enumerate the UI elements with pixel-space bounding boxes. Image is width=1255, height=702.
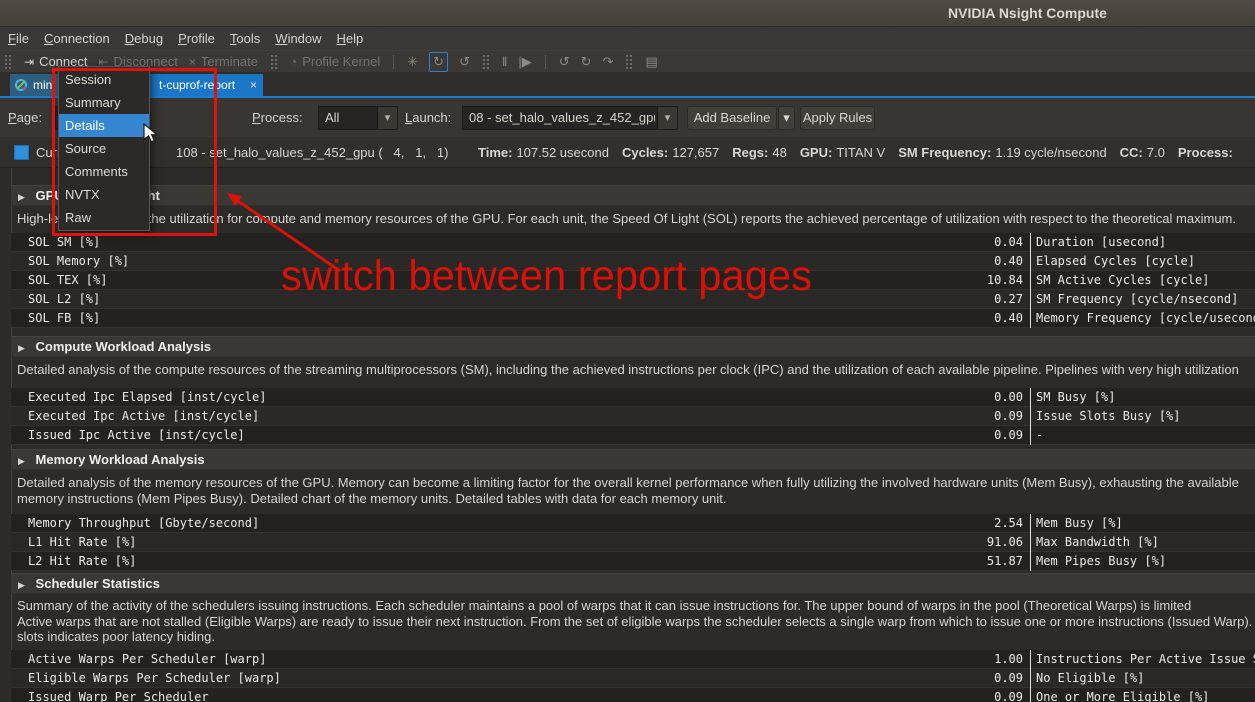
toolbar-grip[interactable]	[271, 55, 277, 69]
menu-window[interactable]: Window	[275, 31, 321, 46]
menu-debug[interactable]: Debug	[125, 31, 163, 46]
nsight-compute-window: NVIDIA Nsight Compute File Connection De…	[0, 0, 1255, 702]
step-over-icon[interactable]: ↻	[581, 53, 592, 71]
column-separator	[1030, 514, 1031, 571]
section-header-compute-workload[interactable]: ▶ Compute Workload Analysis	[11, 336, 1255, 357]
details-page: ▶ GPU Speed Of Light High-level overview…	[0, 168, 1255, 702]
kernel-cycles: 127,657	[672, 145, 719, 160]
process-select[interactable]: All ▾	[318, 106, 398, 130]
add-baseline-dropdown-button[interactable]: ▾	[778, 106, 795, 130]
menu-connection[interactable]: Connection	[44, 31, 110, 46]
kernel-stats: Time:107.52 usecond Cycles:127,657 Regs:…	[478, 137, 1237, 168]
toolbar-separator	[545, 55, 546, 69]
titlebar: NVIDIA Nsight Compute	[0, 0, 1255, 27]
menubar: File Connection Debug Profile Tools Wind…	[0, 27, 1255, 50]
terminate-button[interactable]: × Terminate	[189, 54, 258, 69]
section-description: Detailed analysis of the compute resourc…	[17, 362, 1255, 378]
section-header-memory-workload[interactable]: ▶ Memory Workload Analysis	[11, 449, 1255, 470]
freeze-api-icon[interactable]: ✳	[407, 53, 418, 71]
toolbar-grip[interactable]	[626, 55, 632, 69]
section-title: Compute Workload Analysis	[36, 339, 212, 354]
apply-rules-button[interactable]: Apply Rules	[800, 106, 875, 130]
nsight-report-icon	[14, 78, 28, 92]
section-title: Memory Workload Analysis	[36, 452, 205, 467]
menu-profile[interactable]: Profile	[178, 31, 215, 46]
menu-file[interactable]: File	[8, 31, 29, 46]
column-separator	[1030, 233, 1031, 328]
layers-icon[interactable]: ▤	[645, 53, 657, 71]
table-row: Active Warps Per Scheduler [warp]1.00Ins…	[11, 650, 1255, 669]
scheduler-table: Active Warps Per Scheduler [warp]1.00Ins…	[11, 650, 1255, 702]
launch-label: Launch:	[405, 98, 451, 137]
kernel-gpu: TITAN V	[836, 145, 885, 160]
table-row: Memory Throughput [Gbyte/second]2.54Mem …	[11, 514, 1255, 533]
collapse-arrow-icon[interactable]: ▶	[18, 343, 25, 353]
pause-icon[interactable]: ‖	[502, 53, 507, 71]
collapse-arrow-icon[interactable]: ▶	[18, 192, 25, 202]
step-in-icon[interactable]: ↺	[559, 53, 570, 71]
terminate-icon: ×	[189, 55, 196, 69]
step-icon[interactable]: |▶	[518, 53, 531, 71]
page-label: Page:	[8, 98, 42, 137]
collapse-arrow-icon[interactable]: ▶	[18, 456, 25, 466]
section-description: Detailed analysis of the memory resource…	[17, 475, 1255, 506]
annotation-text: switch between report pages	[281, 252, 812, 301]
toolbar-grip[interactable]	[5, 55, 11, 69]
compute-table: Executed Ipc Elapsed [inst/cycle]0.00SM …	[11, 388, 1255, 445]
profile-kernel-icon: ◔	[290, 55, 297, 69]
kernel-sm-frequency: 1.19 cycle/nsecond	[995, 145, 1106, 160]
add-baseline-button[interactable]: Add Baseline	[687, 106, 777, 130]
table-row: Eligible Warps Per Scheduler [warp]0.09N…	[11, 669, 1255, 688]
collapse-arrow-icon[interactable]: ▶	[18, 580, 25, 590]
section-description: Summary of the activity of the scheduler…	[17, 598, 1255, 645]
window-title: NVIDIA Nsight Compute	[948, 5, 1107, 21]
table-row: Executed Ipc Elapsed [inst/cycle]0.00SM …	[11, 388, 1255, 407]
kernel-cc: 7.0	[1147, 145, 1165, 160]
menu-help[interactable]: Help	[337, 31, 364, 46]
column-separator	[1030, 388, 1031, 445]
column-separator	[1030, 650, 1031, 702]
table-row: Executed Ipc Active [inst/cycle]0.09Issu…	[11, 407, 1255, 426]
connect-icon: ⇥	[24, 55, 34, 69]
step-out-icon[interactable]: ↷	[603, 53, 614, 71]
memory-table: Memory Throughput [Gbyte/second]2.54Mem …	[11, 514, 1255, 571]
current-kernel-checkbox[interactable]	[14, 145, 29, 160]
table-row: L2 Hit Rate [%]51.87Mem Pipes Busy [%]	[11, 552, 1255, 571]
annotation-rectangle	[52, 68, 217, 236]
launch-select[interactable]: 08 - set_halo_values_z_452_gpu ▾	[462, 106, 678, 130]
mouse-cursor	[143, 123, 159, 144]
chevron-down-icon: ▾	[657, 107, 677, 129]
tab-label: min	[33, 74, 52, 96]
chevron-down-icon: ▾	[377, 107, 397, 129]
kernel-time: 107.52 usecond	[516, 145, 609, 160]
table-row: SOL FB [%]0.40Memory Frequency [cycle/us…	[11, 309, 1255, 328]
kernel-regs: 48	[772, 145, 786, 160]
table-row: Issued Ipc Active [inst/cycle]0.09-	[11, 426, 1255, 445]
process-label: Process:	[252, 98, 303, 137]
tab-close-icon[interactable]: ×	[250, 74, 257, 96]
toolbar-grip[interactable]	[483, 55, 489, 69]
table-row: L1 Hit Rate [%]91.06Max Bandwidth [%]	[11, 533, 1255, 552]
toolbar-separator	[393, 55, 394, 69]
section-header-scheduler-statistics[interactable]: ▶ Scheduler Statistics	[11, 573, 1255, 594]
table-row: Issued Warp Per Scheduler0.09One or More…	[11, 688, 1255, 702]
menu-tools[interactable]: Tools	[230, 31, 260, 46]
profile-series-icon[interactable]: ↺	[459, 53, 470, 71]
profile-kernel-button[interactable]: ◔ Profile Kernel	[290, 54, 380, 69]
section-title: Scheduler Statistics	[36, 576, 160, 591]
auto-profile-icon[interactable]: ↻	[429, 52, 448, 72]
